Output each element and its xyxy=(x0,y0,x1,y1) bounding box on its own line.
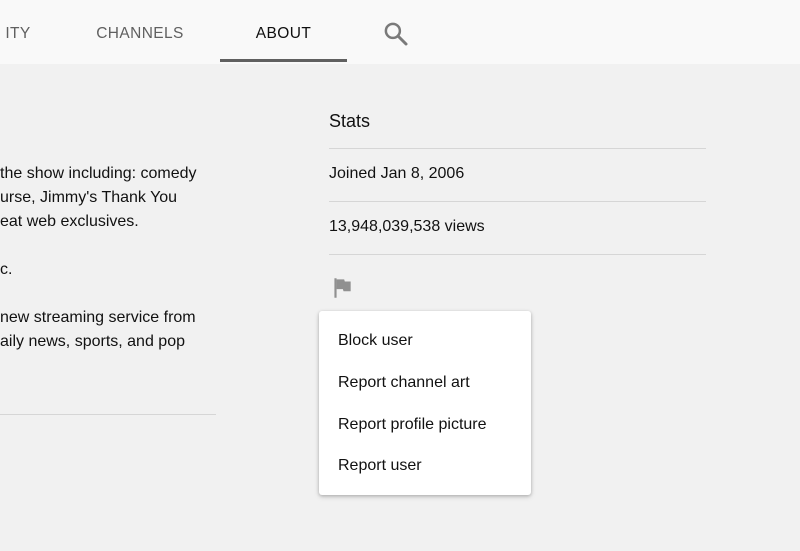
search-icon xyxy=(384,22,408,46)
stats-heading: Stats xyxy=(329,111,371,131)
joined-date: Joined Jan 8, 2006 xyxy=(329,165,465,182)
description-divider xyxy=(0,414,216,415)
menu-item-report-channel-art[interactable]: Report channel art xyxy=(319,363,531,403)
description-line: new streaming service from xyxy=(0,309,196,326)
search-button[interactable] xyxy=(381,19,411,49)
description-line: c. xyxy=(0,261,13,278)
stats-divider xyxy=(329,201,706,202)
description-line: eat web exclusives. xyxy=(0,213,139,230)
stats-divider xyxy=(329,148,706,149)
channel-tab-bar: ITY CHANNELS ABOUT xyxy=(0,0,800,64)
report-flag-button[interactable] xyxy=(329,275,355,301)
tab-community[interactable]: ITY xyxy=(0,0,78,64)
flag-icon xyxy=(334,278,351,298)
menu-item-block-user[interactable]: Block user xyxy=(319,321,531,361)
description-line: aily news, sports, and pop xyxy=(0,333,185,350)
tab-about[interactable]: ABOUT xyxy=(220,0,347,64)
view-count: 13,948,039,538 views xyxy=(329,218,485,235)
description-line: urse, Jimmy's Thank You xyxy=(0,189,178,206)
tab-channels[interactable]: CHANNELS xyxy=(80,0,200,64)
active-tab-indicator xyxy=(220,59,347,62)
menu-item-report-user[interactable]: Report user xyxy=(319,446,531,486)
report-menu: Block user Report channel art Report pro… xyxy=(319,311,531,495)
description-line: the show including: comedy xyxy=(0,165,197,182)
stats-divider xyxy=(329,254,706,255)
menu-item-report-profile-picture[interactable]: Report profile picture xyxy=(319,405,531,445)
